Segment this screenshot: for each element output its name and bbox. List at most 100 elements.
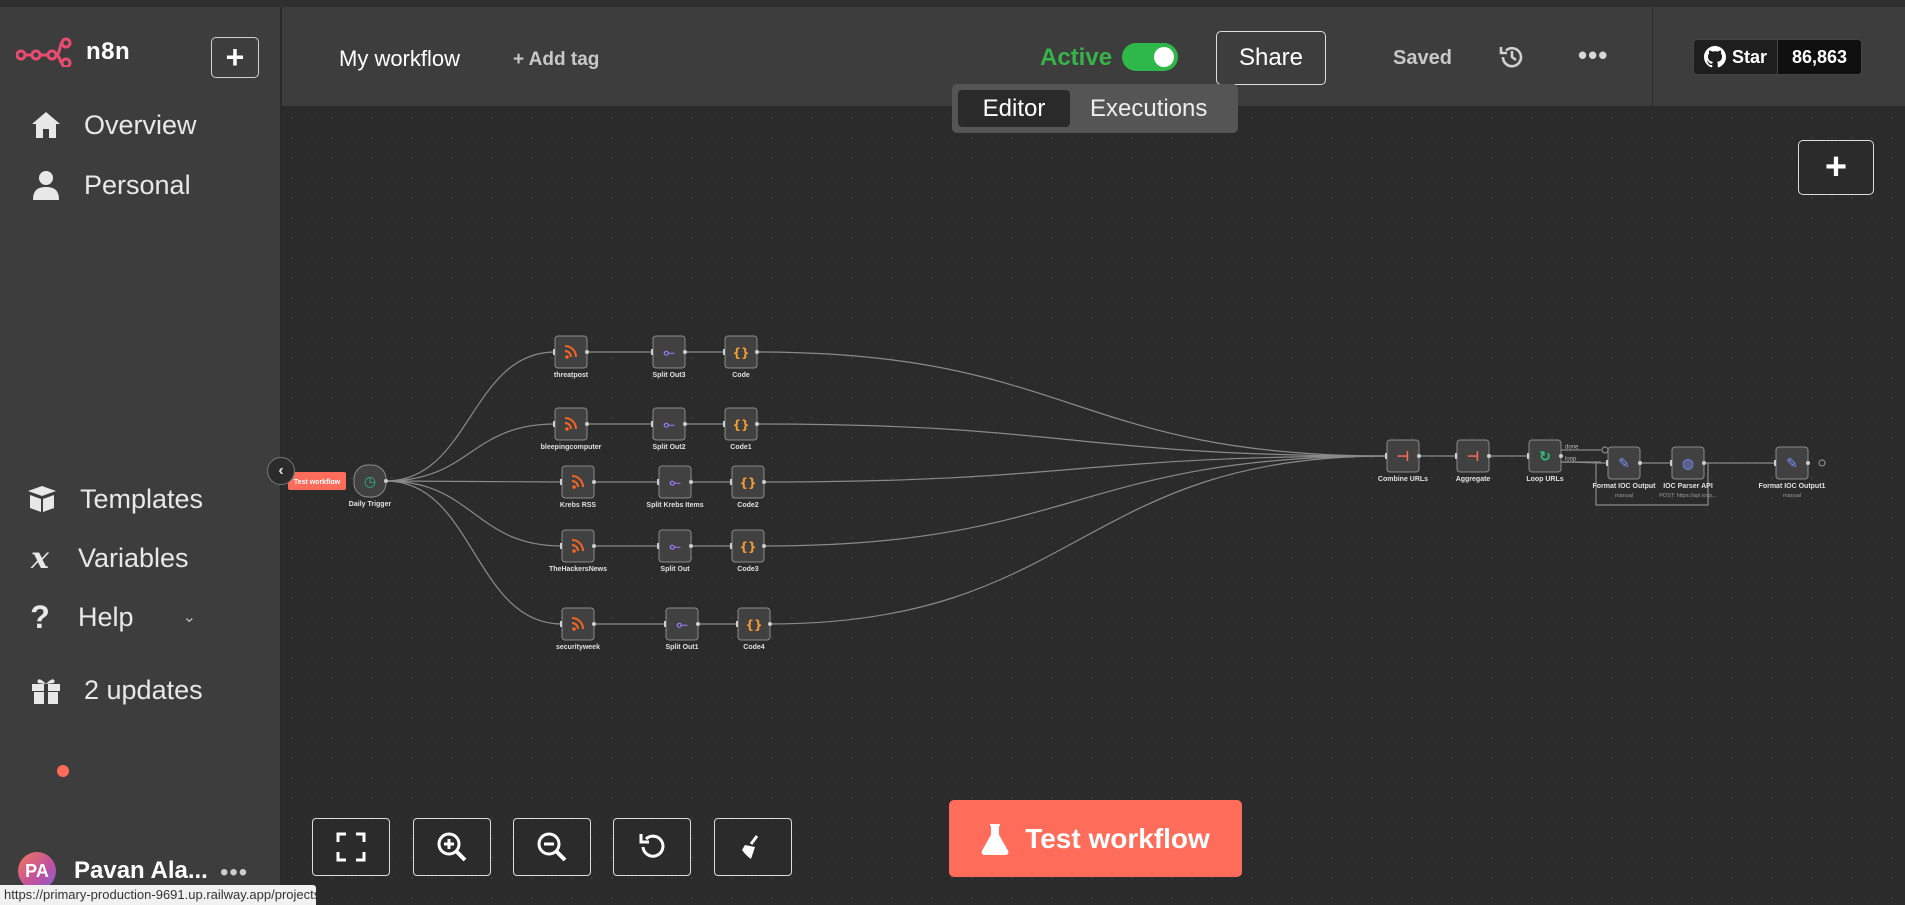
output-port[interactable] — [696, 622, 700, 626]
github-star-button[interactable]: Star 86,863 — [1693, 39, 1863, 75]
http-node-icon: ◍ — [1682, 456, 1694, 472]
user-more-icon[interactable]: ••• — [220, 859, 248, 887]
sidebar-item-variables[interactable]: x Variables — [22, 540, 189, 576]
active-toggle[interactable] — [1122, 43, 1178, 71]
input-port[interactable] — [1385, 453, 1387, 459]
workflow-canvas[interactable] — [282, 108, 1905, 905]
reset-zoom-button[interactable] — [613, 818, 691, 876]
sidebar-item-updates[interactable]: 2 updates — [28, 672, 203, 708]
edit-node-icon: ✎ — [1618, 456, 1630, 472]
output-port[interactable] — [762, 480, 766, 484]
sidebar-item-help[interactable]: ? Help ⌄ — [22, 599, 242, 635]
app-name: n8n — [86, 38, 131, 65]
input-port[interactable] — [1670, 460, 1672, 466]
input-port[interactable] — [1606, 460, 1608, 466]
collapse-sidebar-button[interactable]: ‹ — [267, 457, 295, 485]
input-port[interactable] — [553, 349, 555, 355]
variable-icon: x — [31, 540, 49, 576]
input-port[interactable] — [657, 543, 659, 549]
input-port[interactable] — [730, 479, 732, 485]
output-port[interactable] — [683, 350, 687, 354]
input-port[interactable] — [651, 421, 653, 427]
output-port[interactable] — [755, 422, 759, 426]
tidy-up-button[interactable] — [714, 818, 792, 876]
node-label: Split Krebs Items — [646, 502, 703, 509]
add-tag-button[interactable]: + Add tag — [513, 49, 599, 71]
fullscreen-icon — [336, 832, 366, 862]
output-port[interactable] — [384, 479, 388, 483]
input-port[interactable] — [1455, 453, 1457, 459]
output-port[interactable] — [768, 622, 772, 626]
node-aggregate[interactable]: ⊣ Aggregate — [1455, 439, 1491, 483]
output-port[interactable] — [585, 422, 589, 426]
output-port[interactable] — [683, 422, 687, 426]
output-port[interactable] — [689, 480, 693, 484]
test-workflow-button[interactable]: Test workflow — [949, 800, 1242, 877]
github-star-count: 86,863 — [1778, 39, 1863, 75]
output-port[interactable] — [1487, 454, 1491, 458]
sidebar-item-personal[interactable]: Personal — [28, 167, 191, 203]
input-port[interactable] — [1527, 453, 1529, 459]
node-split3[interactable]: ⟜ Split Out3 — [651, 335, 687, 379]
node-split[interactable]: ⟜ Split Out — [657, 529, 693, 573]
tab-executions[interactable]: Executions — [1070, 90, 1227, 127]
node-split1[interactable]: ⟜ Split Out1 — [664, 607, 700, 651]
zoom-out-button[interactable] — [513, 818, 591, 876]
input-port[interactable] — [560, 621, 562, 627]
node-label: Code2 — [737, 502, 759, 509]
node-label: Daily Trigger — [349, 501, 392, 508]
output-port[interactable] — [592, 480, 596, 484]
node-krebs[interactable]: Krebs RSS — [560, 465, 597, 509]
share-button[interactable]: Share — [1216, 31, 1326, 85]
sidebar-item-label: Overview — [84, 109, 197, 140]
more-options-icon[interactable]: ••• — [1578, 40, 1608, 71]
output-port[interactable] — [1806, 461, 1810, 465]
history-icon[interactable] — [1498, 43, 1526, 76]
input-port[interactable] — [730, 543, 732, 549]
input-port[interactable] — [657, 479, 659, 485]
input-port[interactable] — [1774, 460, 1776, 466]
input-port[interactable] — [651, 349, 653, 355]
add-node-button[interactable]: + — [1798, 140, 1874, 195]
output-port[interactable] — [1417, 454, 1421, 458]
tab-editor[interactable]: Editor — [958, 90, 1070, 127]
input-port[interactable] — [553, 421, 555, 427]
app-logo[interactable]: n8n — [16, 37, 130, 67]
output-port[interactable] — [689, 544, 693, 548]
output-port[interactable] — [592, 544, 596, 548]
sidebar-item-overview[interactable]: Overview — [28, 107, 197, 143]
output-port[interactable] — [762, 544, 766, 548]
sidebar-item-label: Personal — [84, 169, 191, 200]
box-icon — [24, 481, 60, 517]
input-port[interactable] — [560, 543, 562, 549]
output-port[interactable] — [592, 622, 596, 626]
output-port[interactable] — [1559, 454, 1563, 458]
input-port[interactable] — [560, 479, 562, 485]
node-subtitle: POST: https://api.iocp... — [1659, 493, 1717, 499]
node-secweek[interactable]: securityweek — [556, 607, 600, 651]
node-label: threatpost — [554, 372, 589, 379]
workflow-name[interactable]: My workflow — [339, 46, 460, 72]
header-divider — [1652, 7, 1653, 107]
output-port[interactable] — [585, 350, 589, 354]
n8n-logo-icon — [16, 37, 72, 67]
node-split2[interactable]: ⟜ Split Out2 — [651, 407, 687, 451]
output-port[interactable] — [1702, 461, 1706, 465]
sidebar-item-label: 2 updates — [84, 674, 203, 705]
fit-view-button[interactable] — [312, 818, 390, 876]
node-threatpost[interactable]: threatpost — [553, 335, 589, 379]
output-port[interactable] — [755, 350, 759, 354]
test-workflow-badge[interactable]: Test workflow — [288, 472, 346, 490]
node-loop[interactable]: ↻ Loop URLs — [1526, 439, 1564, 483]
user-icon — [28, 167, 64, 203]
input-port[interactable] — [723, 349, 725, 355]
split-node-icon: ⟜ — [663, 345, 675, 361]
create-new-button[interactable]: + — [211, 37, 259, 78]
node-label: Split Out — [660, 566, 690, 573]
zoom-in-button[interactable] — [413, 818, 491, 876]
input-port[interactable] — [736, 621, 738, 627]
input-port[interactable] — [664, 621, 666, 627]
sidebar-item-templates[interactable]: Templates — [24, 481, 203, 517]
output-port[interactable] — [1638, 461, 1642, 465]
input-port[interactable] — [723, 421, 725, 427]
